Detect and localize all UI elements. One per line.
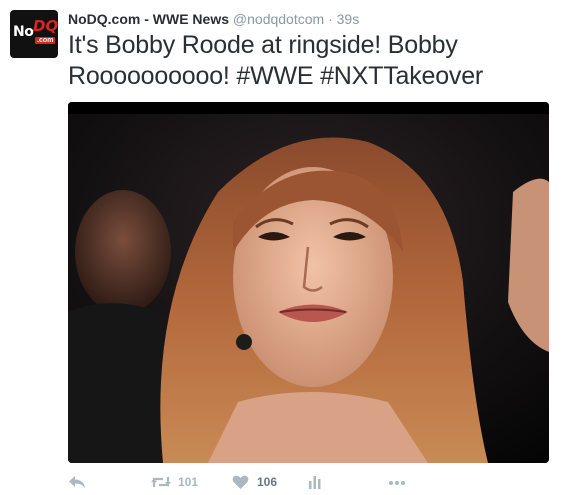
- analytics-button[interactable]: [308, 474, 322, 490]
- photo-icon: [68, 102, 549, 463]
- reply-icon: [68, 474, 86, 490]
- tweet-actions: 101 106: [68, 474, 468, 494]
- heart-icon: [232, 474, 249, 490]
- retweet-count: 101: [178, 475, 199, 489]
- retweet-icon: [150, 474, 172, 490]
- logo-text-right: DQ: [33, 17, 58, 35]
- like-button[interactable]: 106: [232, 474, 277, 490]
- analytics-icon: [308, 474, 322, 490]
- account-handle[interactable]: @nodqdotcom: [233, 11, 324, 27]
- tweet-timestamp[interactable]: 39s: [337, 11, 360, 27]
- tweet-text: It's Bobby Roode at ringside! Bobby Rooo…: [68, 31, 484, 90]
- account-avatar[interactable]: No DQ .com: [10, 10, 58, 58]
- logo-text-left: No: [13, 24, 34, 40]
- separator-dot: ·: [328, 11, 333, 27]
- more-icon: [388, 474, 406, 490]
- reply-button[interactable]: [68, 474, 86, 490]
- tweet-photo[interactable]: [68, 102, 549, 463]
- like-count: 106: [257, 475, 278, 489]
- display-name[interactable]: NoDQ.com - WWE News: [68, 11, 229, 27]
- logo-text-suffix: .com: [35, 37, 56, 44]
- more-button[interactable]: [388, 474, 406, 490]
- retweet-button[interactable]: 101: [150, 474, 198, 490]
- tweet-header: NoDQ.com - WWE News @nodqdotcom · 39s: [68, 11, 359, 27]
